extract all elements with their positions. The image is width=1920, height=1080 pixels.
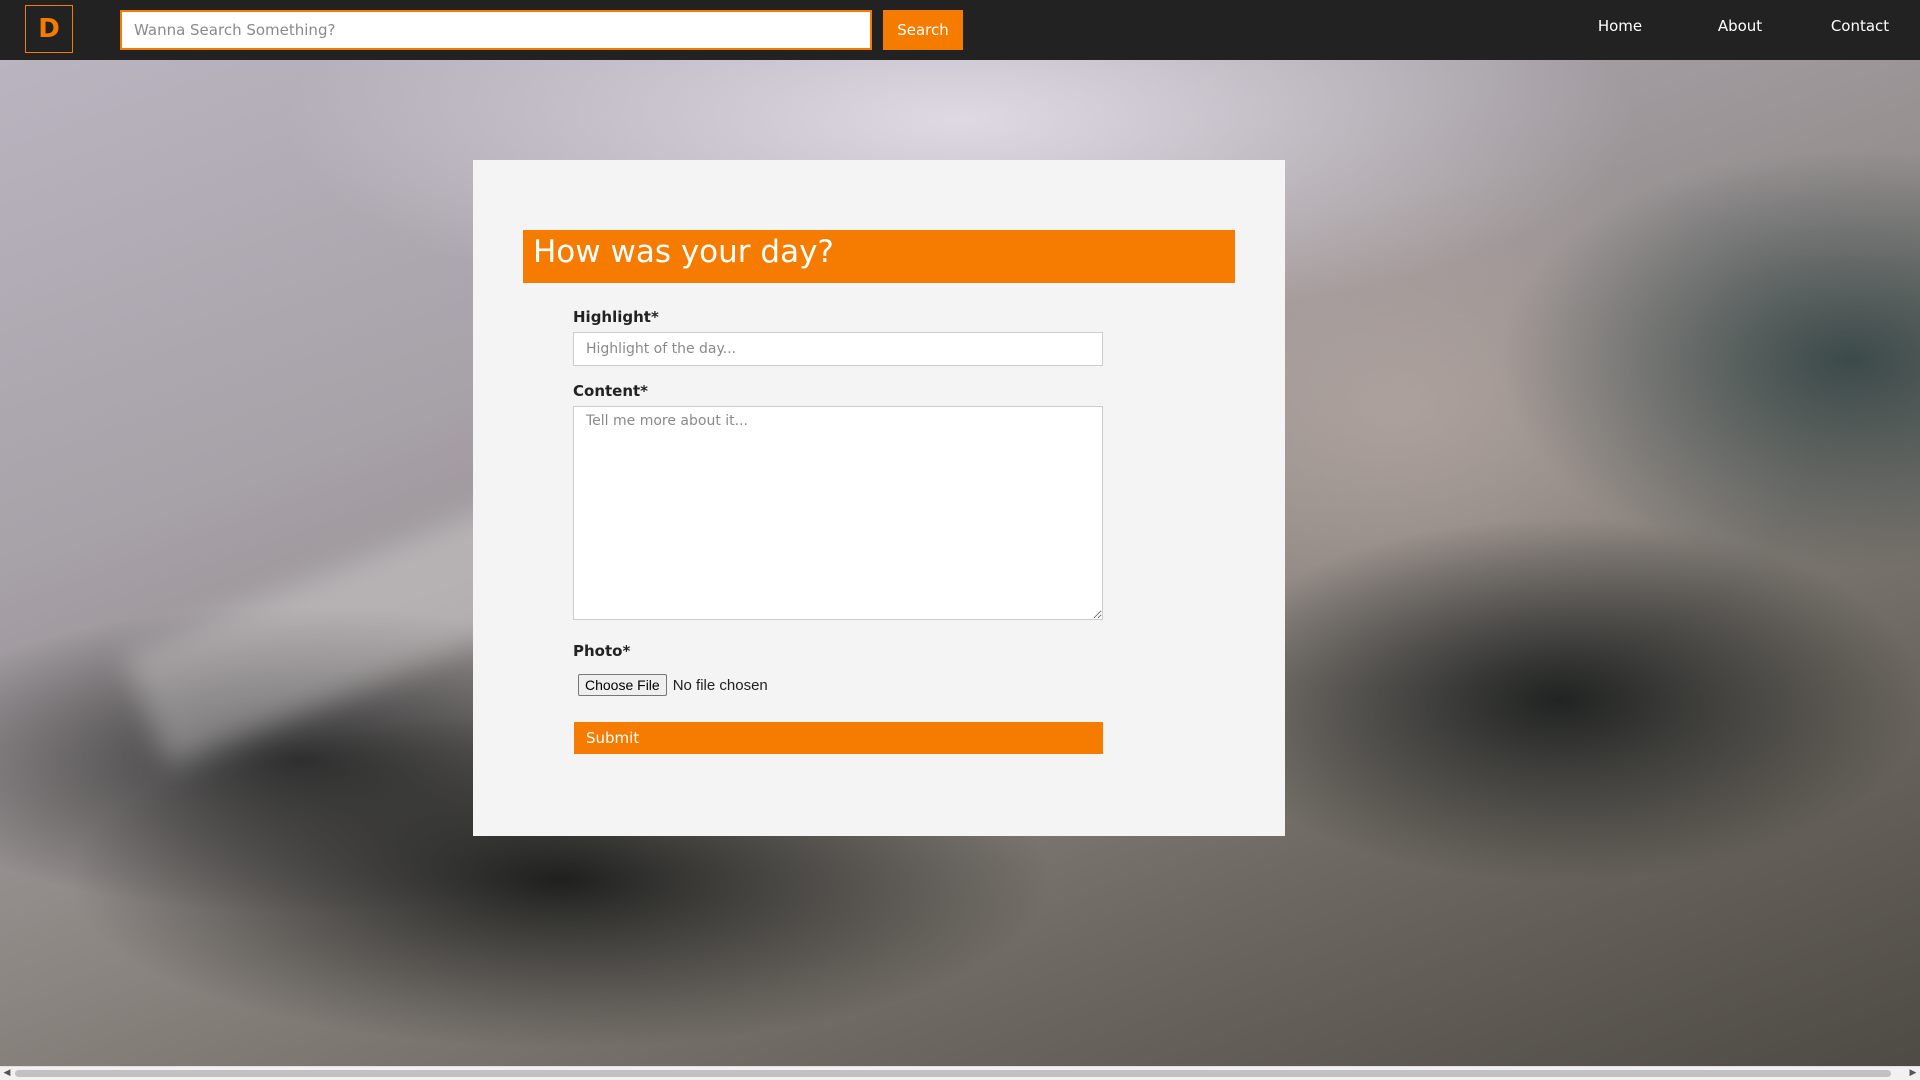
file-status: No file chosen: [672, 676, 768, 694]
nav-link-about[interactable]: About: [1680, 0, 1800, 52]
nav-link-home[interactable]: Home: [1560, 0, 1680, 52]
logo-letter: D: [38, 14, 60, 44]
content-group: Content*: [573, 382, 1103, 620]
photo-group: Photo* Choose File No file chosen: [573, 642, 768, 696]
file-input: Choose File No file chosen: [573, 674, 768, 696]
choose-file-button[interactable]: Choose File: [578, 674, 667, 696]
content-textarea[interactable]: [573, 406, 1103, 620]
scrollbar-thumb[interactable]: [15, 1070, 1891, 1077]
highlight-label: Highlight*: [573, 308, 659, 326]
entry-form-card: How was your day? Highlight* Content* Ph…: [473, 160, 1285, 836]
nav-links: Home About Contact: [1560, 0, 1920, 52]
nav-link-contact[interactable]: Contact: [1800, 0, 1920, 52]
horizontal-scrollbar[interactable]: ◀ ▶: [0, 1066, 1920, 1080]
highlight-group: Highlight*: [573, 308, 1103, 366]
triangle-left-icon[interactable]: ◀: [0, 1067, 14, 1080]
highlight-input[interactable]: [573, 332, 1103, 366]
search-input[interactable]: [120, 10, 872, 50]
photo-label: Photo*: [573, 642, 631, 660]
search-button[interactable]: Search: [883, 10, 963, 50]
logo[interactable]: D: [25, 5, 73, 53]
form-title: How was your day?: [523, 230, 1235, 283]
content-label: Content*: [573, 382, 649, 400]
submit-button[interactable]: Submit: [574, 722, 1103, 754]
triangle-right-icon[interactable]: ▶: [1906, 1067, 1920, 1080]
navbar: D Search Home About Contact: [0, 0, 1920, 60]
